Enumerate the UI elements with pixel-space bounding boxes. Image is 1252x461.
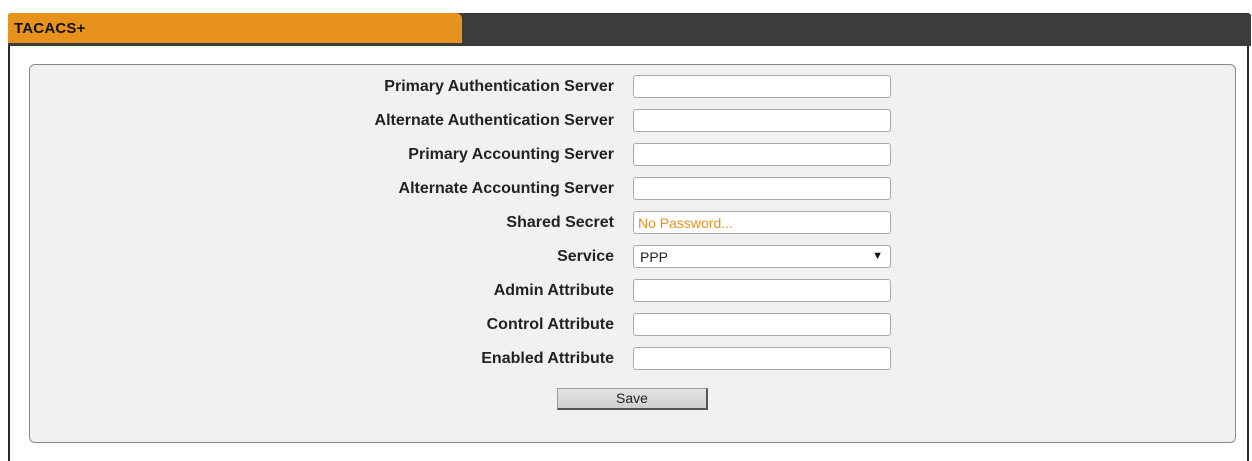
control-attribute-label: Control Attribute <box>486 316 614 333</box>
enabled-attribute-label: Enabled Attribute <box>481 350 614 367</box>
save-button[interactable]: Save <box>557 388 708 410</box>
chevron-down-icon: ▼ <box>872 250 883 262</box>
tacacs-panel: TACACS+ Primary Authentication Server Al… <box>8 13 1251 461</box>
shared-secret-label: Shared Secret <box>506 214 614 231</box>
panel-body: Primary Authentication Server Alternate … <box>8 46 1249 461</box>
control-attribute-input[interactable] <box>633 313 891 336</box>
service-select[interactable]: PPP ▼ <box>633 245 891 268</box>
form-row-admin-attribute: Admin Attribute <box>30 279 1235 303</box>
enabled-attribute-input[interactable] <box>633 347 891 370</box>
form-row-alternate-auth-server: Alternate Authentication Server <box>30 109 1235 133</box>
tacacs-form: Primary Authentication Server Alternate … <box>29 64 1236 443</box>
shared-secret-input[interactable] <box>633 211 891 234</box>
service-label: Service <box>557 248 614 265</box>
alternate-accounting-server-label: Alternate Accounting Server <box>398 180 614 197</box>
form-row-shared-secret: Shared Secret <box>30 211 1235 235</box>
form-row-alternate-accounting-server: Alternate Accounting Server <box>30 177 1235 201</box>
primary-auth-server-input[interactable] <box>633 75 891 98</box>
service-select-value: PPP <box>640 249 669 265</box>
primary-accounting-server-input[interactable] <box>633 143 891 166</box>
alternate-accounting-server-input[interactable] <box>633 177 891 200</box>
form-row-enabled-attribute: Enabled Attribute <box>30 347 1235 371</box>
form-row-primary-accounting-server: Primary Accounting Server <box>30 143 1235 167</box>
tab-strip: TACACS+ <box>8 13 1251 43</box>
primary-accounting-server-label: Primary Accounting Server <box>408 146 614 163</box>
tab-title: TACACS+ <box>14 20 86 37</box>
form-row-control-attribute: Control Attribute <box>30 313 1235 337</box>
alternate-auth-server-input[interactable] <box>633 109 891 132</box>
form-row-service: Service PPP ▼ <box>30 245 1235 269</box>
form-row-primary-auth-server: Primary Authentication Server <box>30 75 1235 99</box>
primary-auth-server-label: Primary Authentication Server <box>384 78 614 95</box>
tab-tacacs[interactable]: TACACS+ <box>8 13 462 43</box>
alternate-auth-server-label: Alternate Authentication Server <box>374 112 614 129</box>
admin-attribute-label: Admin Attribute <box>493 282 614 299</box>
admin-attribute-input[interactable] <box>633 279 891 302</box>
